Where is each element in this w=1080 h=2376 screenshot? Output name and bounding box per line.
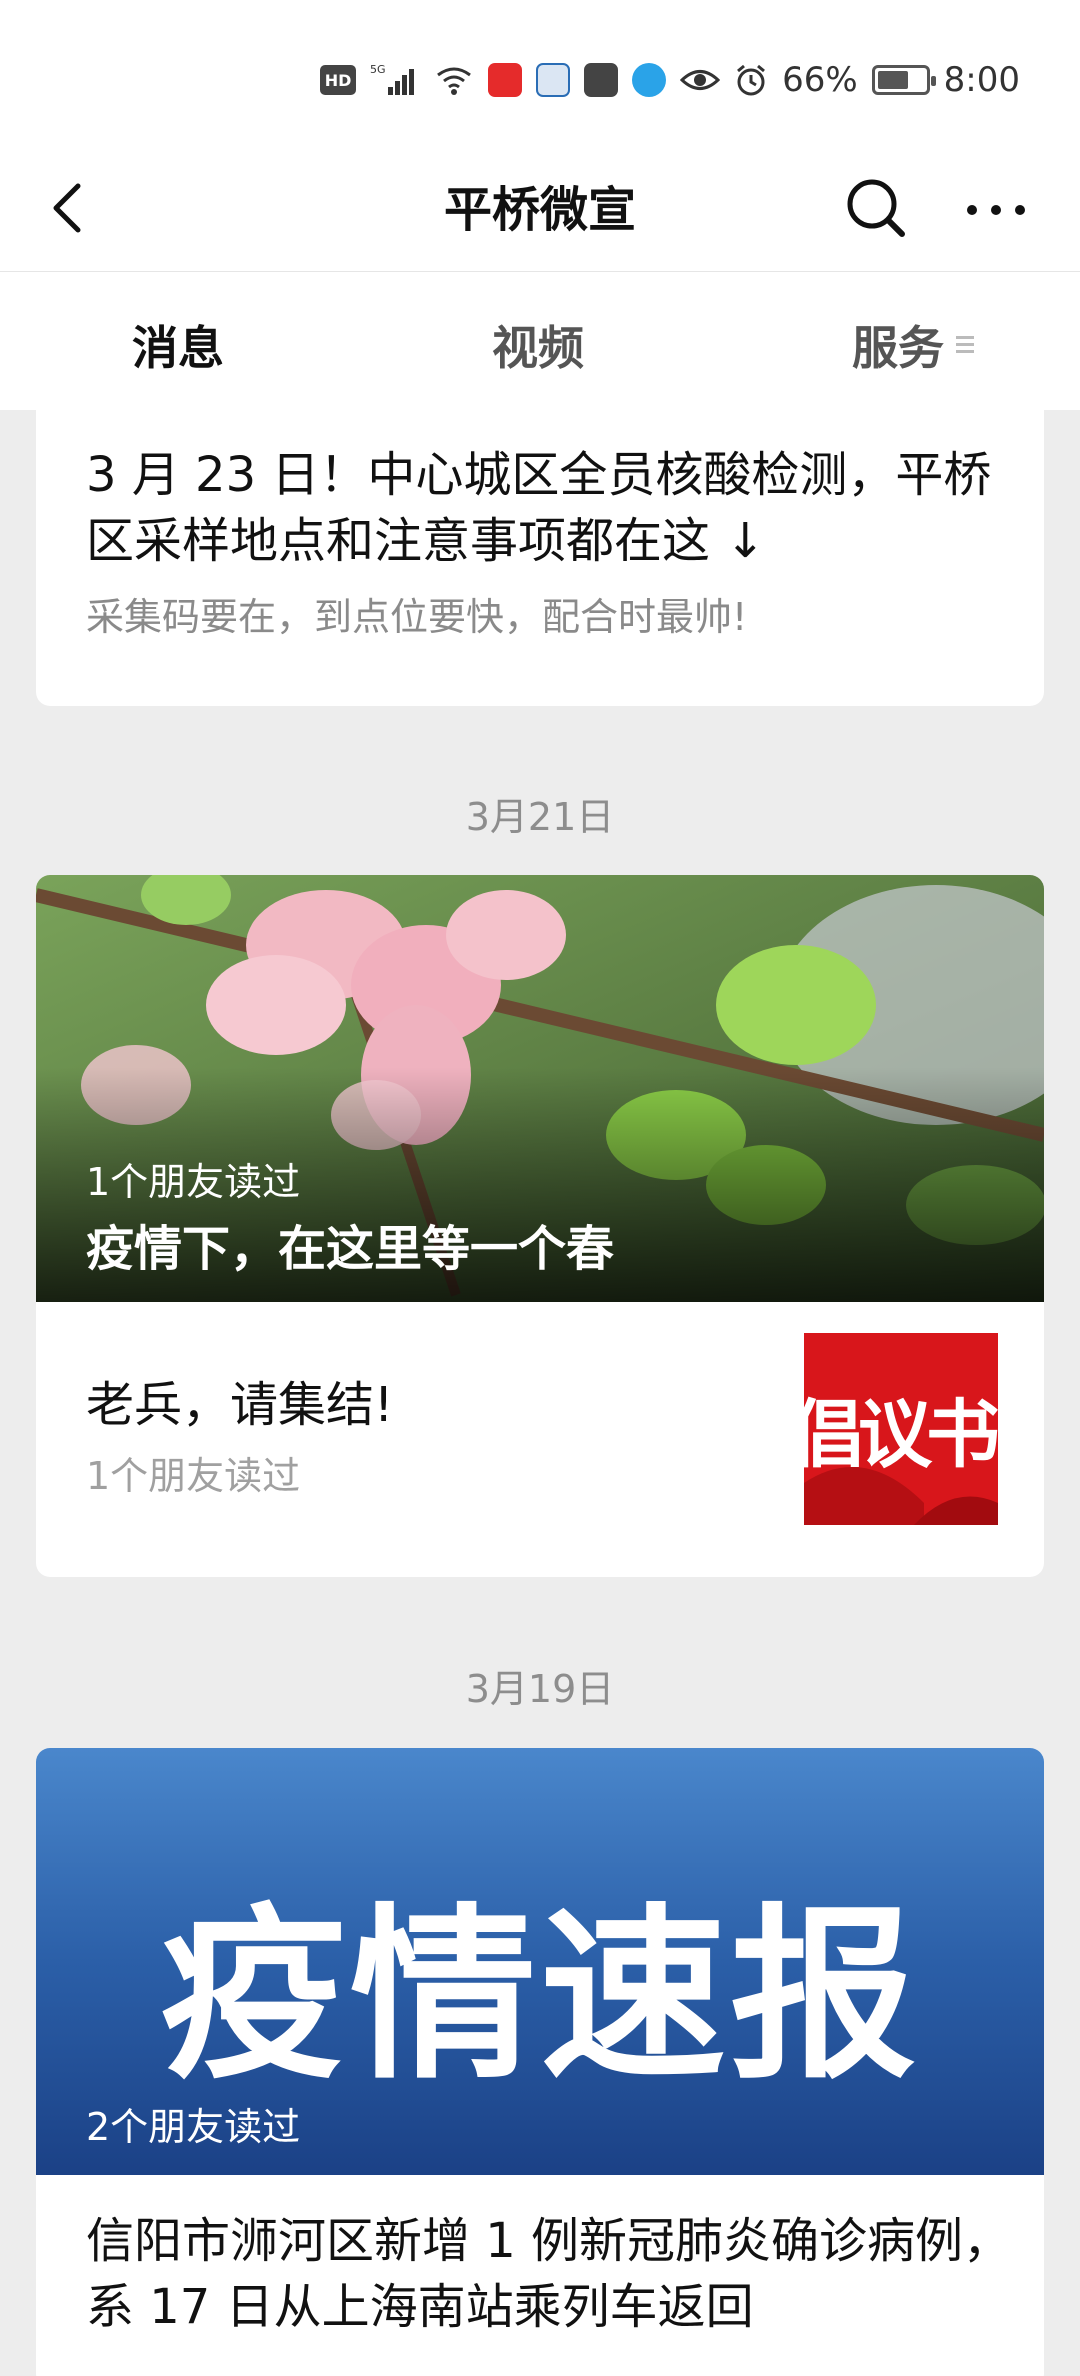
battery-percent: 66% xyxy=(782,60,858,100)
hero-article[interactable]: 1个朋友读过 疫情下，在这里等一个春 xyxy=(36,875,1044,1302)
menu-lines-icon xyxy=(952,330,982,360)
article-group-card: 疫情速报 2个朋友读过 信阳市浉河区新增 1 例新冠肺炎确诊病例，系 17 日从… xyxy=(36,1748,1044,2376)
tab-services[interactable]: 服务 xyxy=(852,312,944,378)
hero-article[interactable]: 疫情速报 2个朋友读过 xyxy=(36,1748,1044,2175)
article-title[interactable]: 老兵，请集结! xyxy=(86,1365,393,1435)
status-bar: HD 5G 66% 8:00 xyxy=(0,0,1080,150)
article-thumbnail[interactable]: 倡议书 xyxy=(804,1333,998,1525)
article-title[interactable]: 信阳市浉河区新增 1 例新冠肺炎确诊病例，系 17 日从上海南站乘列车返回 xyxy=(86,2208,1026,2340)
wifi-icon xyxy=(434,63,474,97)
chevron-left-icon[interactable] xyxy=(36,172,108,244)
app-notification-icon xyxy=(488,63,523,97)
article-digest: 采集码要在，到点位要快，配合时最帅! xyxy=(86,595,748,639)
battery-icon xyxy=(871,65,936,95)
eye-icon xyxy=(680,65,721,95)
voice-assistant-icon xyxy=(632,63,667,97)
friends-read-count: 1个朋友读过 xyxy=(86,1160,301,1204)
svg-text:5G: 5G xyxy=(370,63,386,76)
play-store-icon xyxy=(584,63,619,97)
battery-fill xyxy=(877,71,908,89)
thumbnail-text: 倡议书 xyxy=(804,1392,998,1478)
article-title[interactable]: 疫情下，在这里等一个春 xyxy=(86,1209,614,1279)
more-horizontal-icon[interactable] xyxy=(956,168,1036,248)
date-divider: 3月21日 xyxy=(465,795,615,839)
search-icon[interactable] xyxy=(836,168,916,248)
hd-icon: HD xyxy=(320,65,357,95)
banner-text: 疫情速报 xyxy=(159,1885,920,2104)
clock: 8:00 xyxy=(943,60,1020,100)
alarm-icon xyxy=(734,63,768,97)
nav-bar: 平桥微宣 xyxy=(0,150,1080,272)
article-title[interactable]: 3 月 23 日！中心城区全员核酸检测，平桥区采样地点和注意事项都在这 ↓ xyxy=(86,442,1006,574)
tab-messages[interactable]: 消息 xyxy=(132,312,224,378)
signal-icon: 5G xyxy=(370,63,420,97)
date-divider: 3月19日 xyxy=(465,1667,615,1711)
tab-videos[interactable]: 视频 xyxy=(492,312,584,378)
article-group-card: 1个朋友读过 疫情下，在这里等一个春 老兵，请集结! 1个朋友读过 倡议书 xyxy=(36,875,1044,1577)
page-title: 平桥微宣 xyxy=(443,182,636,238)
article-card[interactable]: 3 月 23 日！中心城区全员核酸检测，平桥区采样地点和注意事项都在这 ↓ 采集… xyxy=(36,390,1044,706)
friends-read-count: 1个朋友读过 xyxy=(86,1454,301,1498)
friends-read-count: 2个朋友读过 xyxy=(86,2105,301,2149)
app-notification-icon xyxy=(536,63,571,97)
